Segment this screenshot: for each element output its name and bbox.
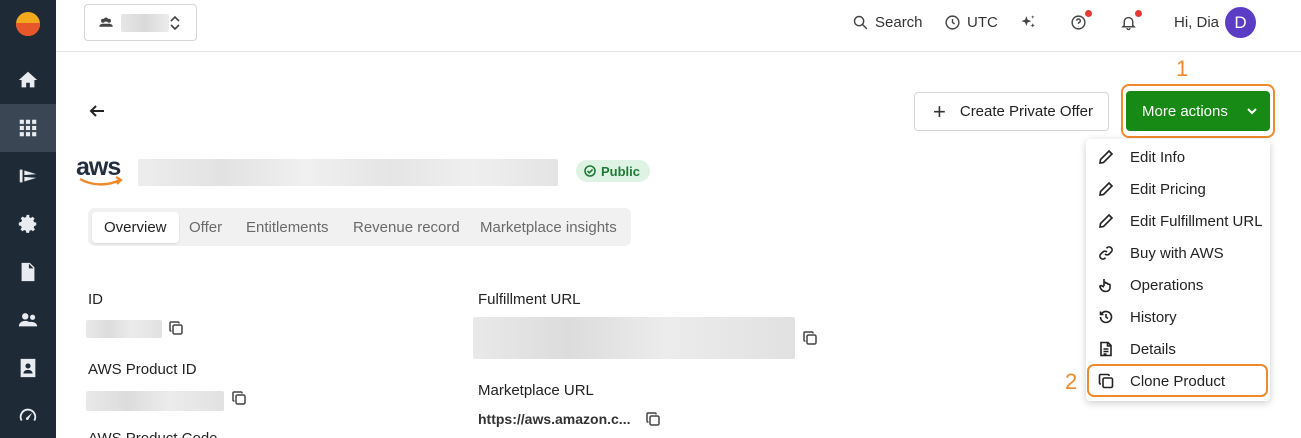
speedometer-icon[interactable] [0, 392, 56, 438]
status-badge-label: Public [601, 163, 641, 179]
menu-item-label: Edit Fulfillment URL [1130, 212, 1263, 230]
help-notification-dot [1085, 10, 1092, 17]
step-1-annotation: 1 [1176, 56, 1189, 81]
tab-overview[interactable]: Overview [92, 212, 179, 243]
menu-item-history[interactable]: History [1086, 301, 1270, 333]
status-badge: Public [576, 160, 651, 182]
team-icon [99, 17, 113, 27]
link-icon [1099, 246, 1113, 260]
menu-item-edit-info[interactable]: Edit Info [1086, 141, 1270, 173]
copy-icon [803, 331, 817, 345]
aws-product-id-label: AWS Product ID [88, 361, 197, 378]
fulfillment-url-redacted [473, 317, 795, 359]
create-private-offer-label: Create Private Offer [959, 103, 1093, 120]
sidebar [0, 0, 56, 438]
settings-gear-icon[interactable] [0, 200, 56, 248]
greeting-text: Hi, Dia [1174, 12, 1219, 32]
menu-item-label: Buy with AWS [1130, 244, 1224, 262]
listings-icon[interactable] [0, 152, 56, 200]
aws-product-id-redacted [86, 391, 224, 411]
copy-icon [646, 412, 660, 426]
menu-item-edit-pricing[interactable]: Edit Pricing [1086, 173, 1270, 205]
fulfillment-url-label: Fulfillment URL [478, 291, 581, 308]
back-button[interactable] [88, 102, 106, 120]
copy-aws-product-id-button[interactable] [232, 391, 246, 405]
tab-marketplace-insights[interactable]: Marketplace insights [480, 212, 617, 243]
id-value-redacted [86, 320, 162, 338]
pencil-icon [1099, 213, 1114, 228]
id-label: ID [88, 291, 103, 308]
sparkles-icon [1021, 14, 1035, 27]
menu-item-label: Operations [1130, 276, 1204, 294]
help-circle-icon [1071, 14, 1086, 30]
tab-revenue-record[interactable]: Revenue record [353, 212, 460, 243]
chevron-down-icon [1247, 108, 1257, 115]
notifications-dot [1135, 10, 1142, 17]
menu-item-details[interactable]: Details [1086, 333, 1270, 365]
step-2-highlight [1087, 364, 1268, 397]
check-circle-icon [584, 165, 596, 177]
copy-icon [169, 321, 183, 335]
document-icon[interactable] [0, 248, 56, 296]
chevron-up-down-icon [170, 15, 180, 31]
app-logo[interactable] [16, 12, 40, 36]
step-2-annotation: 2 [1065, 369, 1078, 394]
plus-icon: + [933, 98, 946, 124]
aws-product-code-label: AWS Product Code [88, 430, 218, 438]
organization-name-redacted [121, 13, 169, 32]
copy-marketplace-url-button[interactable] [646, 412, 660, 426]
clock-icon [945, 14, 960, 30]
tab-bar: Overview Offer Entitlements Revenue reco… [88, 208, 631, 246]
pencil-icon [1099, 149, 1114, 164]
apps-grid-icon[interactable] [0, 104, 56, 152]
marketplace-url-value[interactable]: https://aws.amazon.c... [478, 411, 630, 427]
top-bar: Search UTC Hi, Dia D [56, 0, 1301, 52]
copy-id-button[interactable] [169, 321, 183, 335]
menu-item-buy-with-aws[interactable]: Buy with AWS [1086, 237, 1270, 269]
copy-icon [232, 391, 246, 405]
arrow-left-icon [89, 105, 104, 117]
search-label: Search [875, 13, 923, 31]
search-button[interactable]: Search [852, 12, 923, 32]
app-root: Search UTC Hi, Dia D + Create Private Of… [0, 0, 1301, 438]
history-icon [1099, 310, 1113, 324]
tab-offer[interactable]: Offer [189, 212, 222, 243]
copy-fulfillment-url-button[interactable] [803, 331, 817, 345]
document-icon [1100, 341, 1112, 357]
greeting-label: Hi, Dia [1174, 13, 1220, 31]
product-title-redacted [138, 159, 558, 186]
ai-sparkle-button[interactable] [1020, 12, 1037, 32]
more-actions-label: More actions [1142, 102, 1228, 120]
contacts-icon[interactable] [0, 344, 56, 392]
users-icon[interactable] [0, 296, 56, 344]
create-private-offer-button[interactable]: + Create Private Offer [914, 92, 1109, 131]
menu-item-operations[interactable]: Operations [1086, 269, 1270, 301]
menu-item-label: Edit Pricing [1130, 180, 1206, 198]
menu-item-edit-fulfillment-url[interactable]: Edit Fulfillment URL [1086, 205, 1270, 237]
pencil-icon [1099, 181, 1114, 196]
pointer-icon [1099, 279, 1111, 293]
organization-selector[interactable] [84, 4, 197, 41]
tab-entitlements[interactable]: Entitlements [246, 212, 329, 243]
search-icon [853, 15, 868, 29]
aws-logo: aws [76, 154, 126, 188]
more-actions-button[interactable]: More actions [1126, 91, 1270, 131]
marketplace-url-label: Marketplace URL [478, 382, 594, 399]
timezone-button[interactable]: UTC [944, 12, 998, 32]
menu-item-label: History [1130, 308, 1177, 326]
menu-item-label: Edit Info [1130, 148, 1186, 166]
timezone-label: UTC [967, 13, 998, 31]
user-avatar[interactable]: D [1225, 7, 1256, 38]
more-actions-menu: Edit Info Edit Pricing Edit Fulfillment … [1086, 139, 1270, 401]
bell-icon [1121, 16, 1136, 30]
menu-item-label: Details [1130, 340, 1176, 358]
home-icon[interactable] [0, 56, 56, 104]
